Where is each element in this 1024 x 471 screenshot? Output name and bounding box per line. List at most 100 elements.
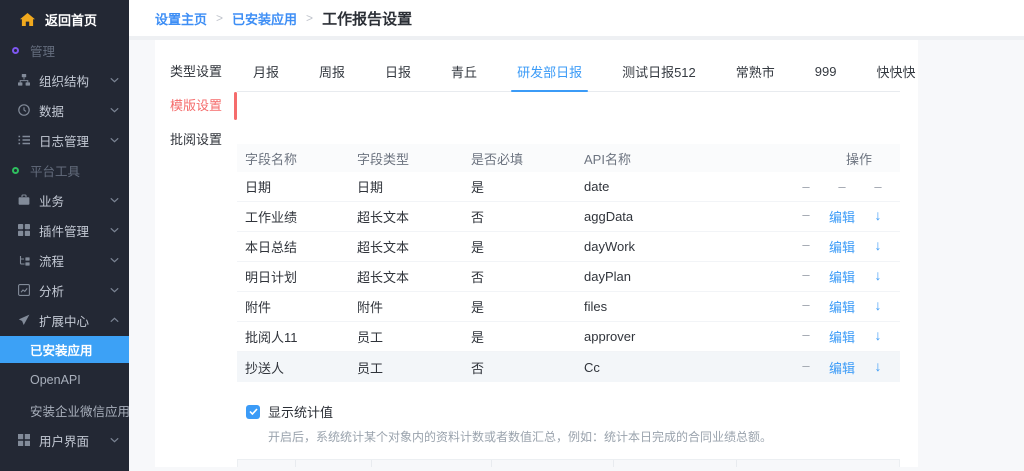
sidebar-item-chajian-guanli[interactable]: 插件管理	[0, 215, 129, 245]
sidebar-item-label: 数据	[39, 101, 64, 120]
move-down-icon[interactable]: ↓	[860, 297, 896, 316]
ui-icon	[17, 434, 30, 446]
action-dash: –	[860, 179, 896, 194]
settings-menu-item[interactable]: 模版设置	[155, 89, 237, 123]
sidebar-item-label: 业务	[39, 191, 64, 210]
move-down-icon[interactable]: ↓	[860, 237, 896, 256]
table-row: 工作业绩超长文本否aggData–编辑↓	[237, 202, 900, 232]
action-dash: –	[788, 179, 824, 194]
sidebar-item-label: 组织结构	[39, 71, 89, 90]
sidebar-item-openapi[interactable]: OpenAPI	[0, 365, 129, 395]
edit-button[interactable]: 编辑	[824, 237, 860, 256]
sidebar-menu: 管理组织结构数据日志管理平台工具业务插件管理流程分析扩展中心已安装应用OpenA…	[0, 35, 129, 455]
cell-field-type: 附件	[349, 297, 463, 316]
org-icon	[17, 74, 30, 86]
row-actions: –编辑↓	[750, 358, 900, 377]
chevron-down-icon	[110, 198, 119, 203]
cell-field-type: 超长文本	[349, 267, 463, 286]
settings-menu-item[interactable]: 批阅设置	[155, 123, 237, 157]
tab-周报[interactable]: 周报	[299, 52, 365, 91]
tab-常熟市[interactable]: 常熟市	[716, 52, 795, 91]
cell-required: 是	[463, 177, 576, 196]
cell-field-name: 批阅人11	[237, 327, 349, 346]
tab-青丘[interactable]: 青丘	[431, 52, 497, 91]
cell-required: 是	[463, 297, 576, 316]
tab-研发部日报[interactable]: 研发部日报	[497, 52, 602, 91]
column-header: 操作	[750, 149, 900, 168]
chart-icon	[17, 284, 30, 296]
sidebar-item-label: 分析	[39, 281, 64, 300]
sidebar-item-yewu[interactable]: 业务	[0, 185, 129, 215]
sidebar-item-label: 日志管理	[39, 131, 89, 150]
sidebar-item-guanli: 管理	[0, 35, 129, 65]
settings-menu: 类型设置模版设置批阅设置	[155, 40, 237, 467]
table-row: 本日总结超长文本是dayWork–编辑↓	[237, 232, 900, 262]
stat-section: 显示统计值 开启后，系统统计某个对象内的资料计数或者数值汇总，例如：统计本日完成…	[237, 402, 900, 445]
sidebar-home-button[interactable]: 返回首页	[0, 0, 129, 35]
home-icon	[20, 13, 35, 26]
move-down-icon[interactable]: ↓	[860, 267, 896, 286]
chevron-up-icon	[110, 318, 119, 323]
edit-button[interactable]: 编辑	[824, 207, 860, 226]
fields-table-header: 字段名称字段类型是否必填API名称操作	[237, 144, 900, 172]
sidebar-item-anzhuang-qiye-weixin-yingyong[interactable]: 安装企业微信应用	[0, 395, 129, 425]
chevron-down-icon	[110, 108, 119, 113]
edit-button[interactable]: 编辑	[824, 327, 860, 346]
action-dash: –	[824, 179, 860, 194]
stat-table-cell	[737, 460, 899, 467]
cell-api-name: dayWork	[576, 239, 750, 254]
action-dash: –	[788, 327, 824, 346]
cell-required: 否	[463, 358, 576, 377]
cell-field-type: 员工	[349, 358, 463, 377]
move-down-icon[interactable]: ↓	[860, 358, 896, 377]
stat-table-cell	[614, 460, 737, 467]
move-down-icon[interactable]: ↓	[860, 207, 896, 226]
sidebar-item-shuju[interactable]: 数据	[0, 95, 129, 125]
column-header: 是否必填	[463, 149, 576, 168]
breadcrumb: 设置主页>已安装应用>工作报告设置	[155, 8, 412, 29]
row-actions: –编辑↓	[750, 267, 900, 286]
table-row: 明日计划超长文本否dayPlan–编辑↓	[237, 262, 900, 292]
tab-999[interactable]: 999	[795, 52, 857, 91]
table-row: 批阅人11员工是approver–编辑↓	[237, 322, 900, 352]
rocket-icon	[17, 314, 30, 326]
breadcrumb-link[interactable]: 设置主页	[155, 9, 207, 28]
breadcrumb-separator-icon: >	[216, 11, 223, 25]
show-stat-checkbox[interactable]	[246, 405, 260, 419]
sidebar-item-yi-anzhuang-yingyong[interactable]: 已安装应用	[0, 336, 129, 363]
cell-required: 否	[463, 207, 576, 226]
sidebar-item-liucheng[interactable]: 流程	[0, 245, 129, 275]
chevron-down-icon	[110, 258, 119, 263]
sidebar-item-rizhi-guanli[interactable]: 日志管理	[0, 125, 129, 155]
tab-月报[interactable]: 月报	[237, 52, 299, 91]
section-dot-icon	[12, 167, 19, 174]
tab-日报[interactable]: 日报	[365, 52, 431, 91]
edit-button[interactable]: 编辑	[824, 267, 860, 286]
clock-icon	[17, 104, 30, 116]
action-dash: –	[788, 358, 824, 377]
cell-api-name: aggData	[576, 209, 750, 224]
edit-button[interactable]: 编辑	[824, 297, 860, 316]
settings-card: 类型设置模版设置批阅设置 月报周报日报青丘研发部日报测试日报512常熟市999快…	[155, 40, 918, 467]
sidebar-item-yonghu-jiemian[interactable]: 用户界面	[0, 425, 129, 455]
settings-body: 月报周报日报青丘研发部日报测试日报512常熟市999快快快研发部月报研发部周报 …	[237, 40, 918, 467]
edit-button[interactable]: 编辑	[824, 358, 860, 377]
content-area: 类型设置模版设置批阅设置 月报周报日报青丘研发部日报测试日报512常熟市999快…	[129, 40, 1024, 471]
breadcrumb-link[interactable]: 已安装应用	[232, 9, 297, 28]
row-actions: –编辑↓	[750, 327, 900, 346]
sidebar: 返回首页 管理组织结构数据日志管理平台工具业务插件管理流程分析扩展中心已安装应用…	[0, 0, 129, 471]
tab-快快快[interactable]: 快快快	[857, 52, 919, 91]
sidebar-item-label: 流程	[39, 251, 64, 270]
sidebar-item-zuzhi-jiegou[interactable]: 组织结构	[0, 65, 129, 95]
sidebar-item-kuozhan-zhongxin[interactable]: 扩展中心	[0, 305, 129, 335]
cell-required: 是	[463, 237, 576, 256]
stat-table-cell	[372, 460, 492, 467]
chevron-down-icon	[110, 288, 119, 293]
breadcrumb-bar: 设置主页>已安装应用>工作报告设置	[129, 0, 1024, 40]
tab-测试日报512[interactable]: 测试日报512	[602, 52, 716, 91]
breadcrumb-separator-icon: >	[306, 11, 313, 25]
action-dash: –	[788, 237, 824, 256]
settings-menu-item[interactable]: 类型设置	[155, 55, 237, 89]
sidebar-item-fenxi[interactable]: 分析	[0, 275, 129, 305]
move-down-icon[interactable]: ↓	[860, 327, 896, 346]
